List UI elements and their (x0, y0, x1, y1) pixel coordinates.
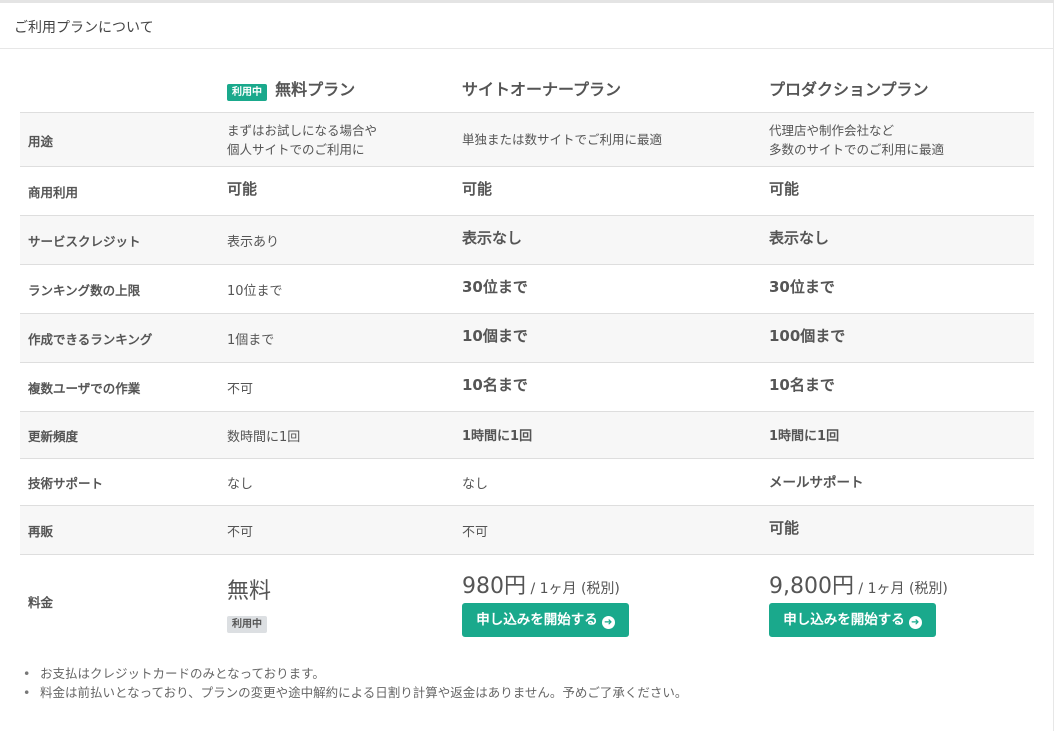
row-label-usage: 用途 (28, 134, 54, 149)
row-label-commercial: 商用利用 (28, 185, 79, 200)
owner-ranking-limit: 30位まで (462, 278, 528, 296)
owner-rankings: 10個まで (462, 327, 528, 345)
free-price: 無料 (227, 579, 272, 604)
production-usage: 代理店や制作会社など 多数のサイトでのご利用に最適 (769, 121, 944, 159)
owner-price: 980円 / 1ヶ月 (税別) (462, 568, 620, 600)
arrow-circle-right-icon: ➜ (601, 616, 615, 629)
table-row (20, 166, 1034, 215)
production-price-amount: 9,800円 (769, 574, 854, 599)
owner-update-frequency: 1時間に1回 (462, 429, 533, 444)
plan-header-free: 利用中 無料プラン (227, 76, 355, 101)
production-credit: 表示なし (769, 229, 830, 247)
plan-name-production: プロダクションプラン (769, 80, 929, 99)
production-ranking-limit: 30位まで (769, 278, 835, 296)
free-usage-line: まずはお試しになる場合や (227, 123, 378, 138)
free-support: なし (227, 477, 254, 492)
owner-price-unit: / 1ヶ月 (税別) (526, 581, 620, 597)
current-plan-badge: 利用中 (227, 616, 267, 633)
production-resale: 可能 (769, 519, 800, 537)
row-label-credit: サービスクレジット (28, 234, 141, 249)
table-row (20, 215, 1034, 264)
production-update-frequency: 1時間に1回 (769, 429, 840, 444)
notes-list: お支払はクレジットカードのみとなっております。 料金は前払いとなっており、プラン… (23, 664, 687, 702)
production-usage-line: 代理店や制作会社など (769, 123, 895, 138)
owner-commercial: 可能 (462, 180, 493, 198)
production-apply-button[interactable]: 申し込みを開始する ➜ (769, 603, 936, 637)
production-price-unit: / 1ヶ月 (税別) (853, 581, 948, 597)
production-usage-line: 多数のサイトでのご利用に最適 (769, 142, 945, 157)
row-label-multi-user: 複数ユーザでの作業 (28, 381, 141, 396)
free-update-frequency: 数時間に1回 (227, 430, 301, 445)
plan-name-owner: サイトオーナープラン (462, 80, 622, 99)
owner-apply-button[interactable]: 申し込みを開始する ➜ (462, 603, 629, 637)
note-item: お支払はクレジットカードのみとなっております。 (23, 664, 687, 683)
owner-price-amount: 980円 (462, 574, 526, 599)
free-current-plan: 利用中 (227, 612, 267, 633)
free-usage: まずはお試しになる場合や 個人サイトでのご利用に (227, 121, 377, 159)
production-multi-user: 10名まで (769, 376, 835, 394)
apply-button-label: 申し込みを開始する (476, 612, 598, 628)
owner-credit: 表示なし (462, 229, 523, 247)
free-multi-user: 不可 (227, 382, 254, 397)
owner-usage: 単独または数サイトでご利用に最適 (462, 132, 663, 147)
plan-name-free: 無料プラン (275, 80, 356, 99)
row-label-price: 料金 (28, 595, 54, 610)
arrow-circle-right-icon: ➜ (908, 616, 922, 629)
row-label-update-frequency: 更新頻度 (28, 429, 79, 444)
current-plan-badge: 利用中 (227, 84, 267, 101)
panel-title: ご利用プランについて (14, 20, 154, 36)
production-support: メールサポート (769, 475, 864, 491)
free-commercial: 可能 (227, 180, 258, 198)
production-rankings: 100個まで (769, 327, 846, 345)
row-label-ranking-limit: ランキング数の上限 (28, 283, 141, 298)
note-item: 料金は前払いとなっており、プランの変更や途中解約による日割り計算や返金はありませ… (23, 683, 687, 702)
free-usage-line: 個人サイトでのご利用に (227, 142, 365, 157)
table-row (20, 458, 1034, 505)
free-resale: 不可 (227, 525, 254, 540)
table-row (20, 505, 1034, 554)
free-ranking-limit: 10位まで (227, 284, 283, 299)
row-label-resale: 再販 (28, 524, 54, 539)
apply-button-label: 申し込みを開始する (783, 612, 905, 628)
free-rankings: 1個まで (227, 333, 275, 348)
production-commercial: 可能 (769, 180, 800, 198)
production-price: 9,800円 / 1ヶ月 (税別) (769, 568, 948, 600)
owner-resale: 不可 (462, 525, 489, 540)
free-credit: 表示あり (227, 235, 280, 250)
owner-multi-user: 10名まで (462, 376, 528, 394)
panel-header: ご利用プランについて (0, 3, 1054, 49)
row-label-rankings: 作成できるランキング (28, 332, 153, 347)
owner-support: なし (462, 477, 489, 492)
row-label-support: 技術サポート (28, 476, 104, 491)
